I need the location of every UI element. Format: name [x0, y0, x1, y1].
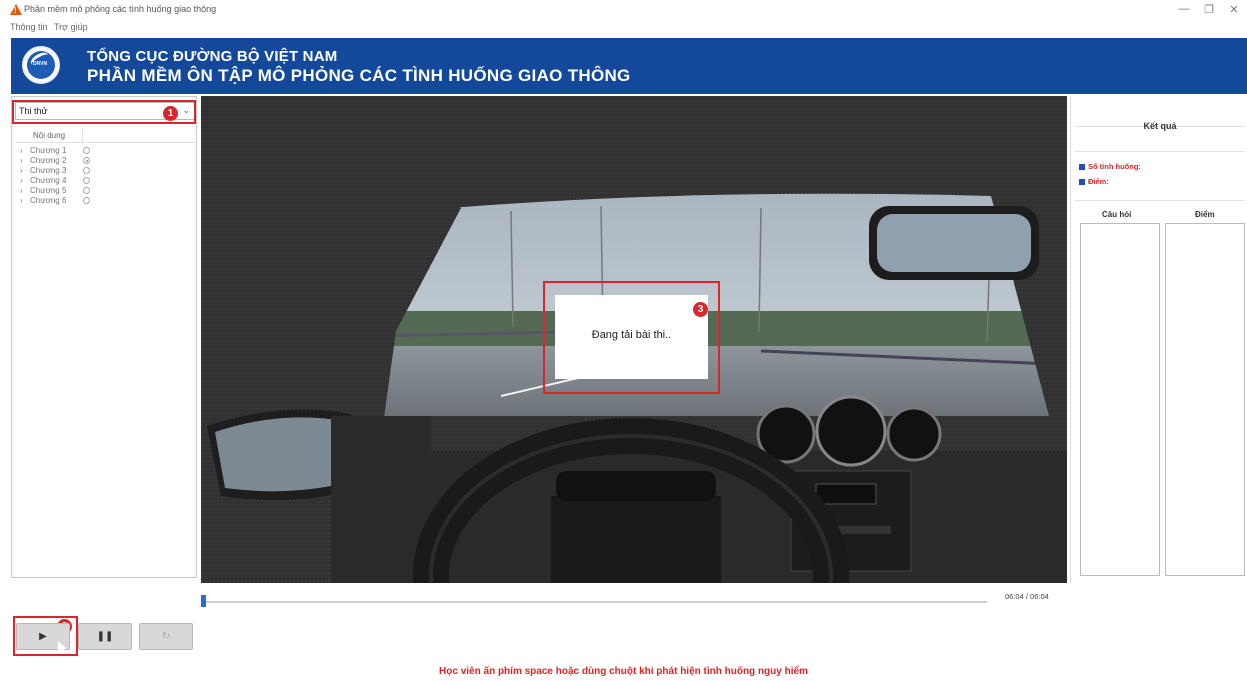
warning-triangle-icon	[10, 4, 22, 15]
tree-item-chuong-3[interactable]: › Chương 3	[18, 166, 118, 176]
radio-button[interactable]	[83, 177, 90, 184]
progress-track[interactable]	[202, 601, 987, 603]
score-stat: Điểm:	[1079, 177, 1109, 186]
radio-button[interactable]	[83, 167, 90, 174]
chevron-right-icon[interactable]: ›	[20, 166, 23, 175]
window-titlebar: Phần mềm mô phỏng các tình huống giao th…	[0, 0, 1247, 20]
tree-item-label: Chương 1	[30, 146, 67, 155]
chevron-right-icon[interactable]: ›	[20, 146, 23, 155]
pause-button[interactable]: ❚❚	[78, 623, 132, 650]
annotation-box-3	[543, 281, 720, 394]
time-display: 06:04 / 06:04	[1005, 592, 1049, 601]
radio-button[interactable]	[83, 157, 90, 164]
instruction-message: Học viên ấn phím space hoặc dùng chuột k…	[439, 666, 808, 677]
replay-button[interactable]: ↻	[139, 623, 193, 650]
score-label: Điểm:	[1088, 177, 1109, 186]
chevron-right-icon[interactable]: ›	[20, 196, 23, 205]
tree-item-label: Chương 2	[30, 156, 67, 165]
menu-item-info[interactable]: Thông tin	[10, 22, 48, 32]
tree-header: Nội dung	[16, 129, 196, 143]
header-org-name: TỔNG CỤC ĐƯỜNG BỘ VIỆT NAM	[87, 48, 338, 65]
radio-button[interactable]	[83, 147, 90, 154]
progress-thumb[interactable]	[201, 595, 206, 607]
result-title: Kết quả	[1143, 121, 1177, 131]
restore-button[interactable]: ❐	[1199, 3, 1219, 16]
result-header: Kết quả	[1075, 121, 1245, 152]
minimize-button[interactable]: —	[1174, 3, 1194, 15]
menu-item-help[interactable]: Trợ giúp	[54, 22, 88, 32]
situations-stat: Số tình huống:	[1079, 162, 1141, 171]
tree-header-label: Nội dung	[33, 131, 66, 140]
chevron-right-icon[interactable]: ›	[20, 186, 23, 195]
annotation-badge-1: 1	[163, 106, 178, 121]
chevron-right-icon[interactable]: ›	[20, 176, 23, 185]
score-list[interactable]	[1165, 223, 1245, 576]
edit-icon	[1079, 179, 1085, 186]
logo-text: DRVN	[33, 61, 48, 67]
flag-icon	[1079, 164, 1085, 171]
tree-item-label: Chương 4	[30, 176, 67, 185]
result-panel: Kết quả Số tình huống: Điểm: Câu hỏi Điể…	[1070, 96, 1247, 583]
menu-bar: Thông tin Trợ giúp	[0, 20, 1247, 36]
tree-item-chuong-5[interactable]: › Chương 5	[18, 186, 118, 196]
tree-item-chuong-4[interactable]: › Chương 4	[18, 176, 118, 186]
situations-label: Số tình huống:	[1088, 162, 1141, 171]
col-score-header: Điểm	[1195, 210, 1215, 219]
chevron-right-icon[interactable]: ›	[20, 156, 23, 165]
window-title: Phần mềm mô phỏng các tình huống giao th…	[24, 4, 217, 14]
left-panel: Thi thử ⌄ Nội dung › Chương 1 › Chương 2…	[11, 96, 197, 578]
tree-item-chuong-1[interactable]: › Chương 1	[18, 146, 118, 156]
tree-item-label: Chương 6	[30, 196, 67, 205]
tree-item-chuong-6[interactable]: › Chương 6	[18, 196, 118, 206]
drvn-logo: DRVN	[22, 46, 60, 84]
close-button[interactable]: ✕	[1224, 3, 1244, 16]
radio-button[interactable]	[83, 197, 90, 204]
app-header: DRVN TỔNG CỤC ĐƯỜNG BỘ VIỆT NAM PHẦN MỀM…	[11, 38, 1247, 94]
tree-item-chuong-2[interactable]: › Chương 2	[18, 156, 118, 166]
annotation-badge-3: 3	[693, 302, 708, 317]
replay-icon: ↻	[161, 631, 171, 642]
radio-button[interactable]	[83, 187, 90, 194]
tree-item-label: Chương 3	[30, 166, 67, 175]
header-app-name: PHẦN MỀM ÔN TẬP MÔ PHỎNG CÁC TÌNH HUỐNG …	[87, 66, 631, 85]
question-list[interactable]	[1080, 223, 1160, 576]
tree-item-label: Chương 5	[30, 186, 67, 195]
col-question-header: Câu hỏi	[1102, 210, 1132, 219]
